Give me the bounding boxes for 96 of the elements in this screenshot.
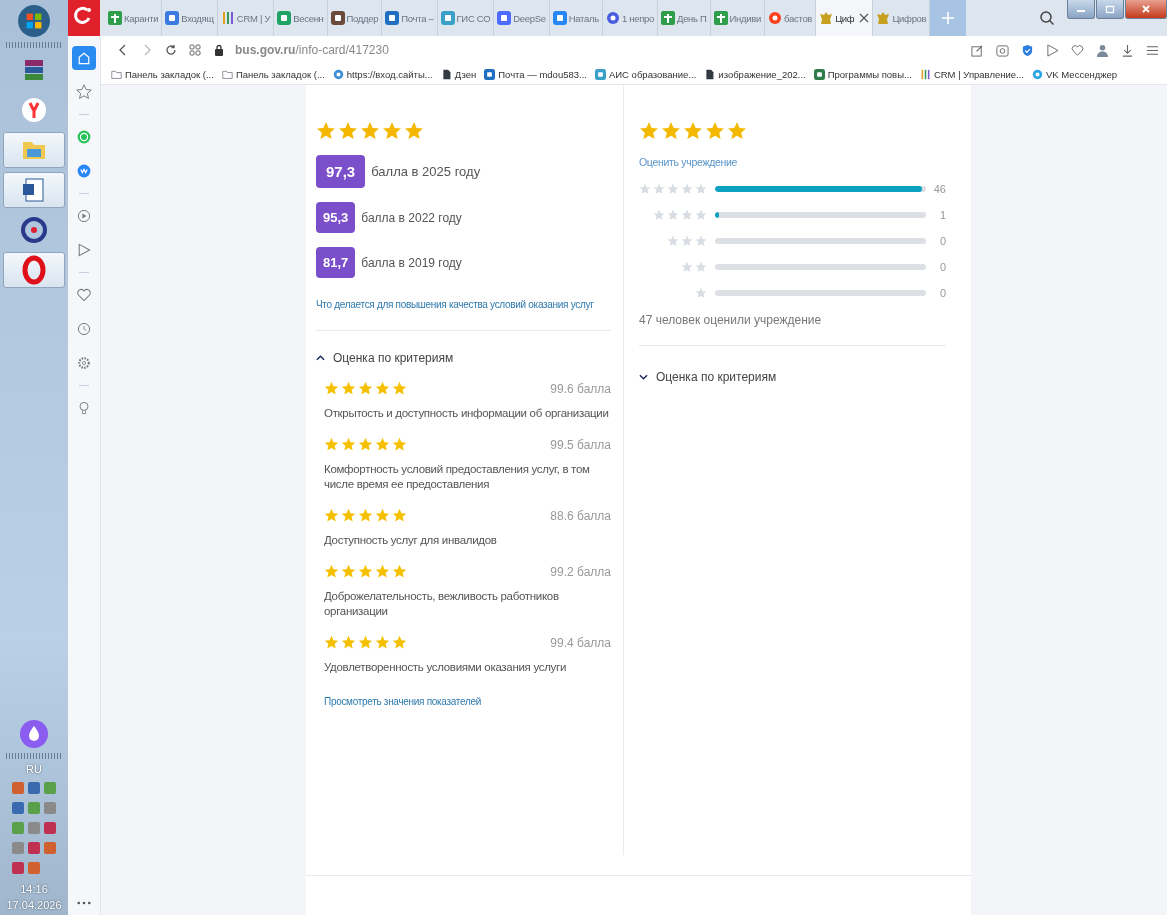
score-label: балла в 2022 году <box>361 210 462 225</box>
document-icon <box>704 68 716 80</box>
maximize-button[interactable] <box>1096 0 1124 19</box>
grid-icon[interactable] <box>189 44 201 56</box>
bars-icon <box>919 68 931 80</box>
rating-count: 46 <box>932 183 946 195</box>
score-badge: 97,3 <box>316 155 366 188</box>
plus-icon <box>713 11 728 25</box>
rating-count: 0 <box>938 235 946 247</box>
taskbar-app[interactable] <box>3 172 65 208</box>
ring-icon <box>605 11 620 25</box>
yandex-icon <box>19 95 49 125</box>
criteria-toggle[interactable]: Оценка по критериям <box>639 370 777 384</box>
chat-circle-icon <box>76 163 92 179</box>
criteria-toggle[interactable]: Оценка по критериям <box>316 351 454 365</box>
rate-link[interactable]: Оценить учреждение <box>639 155 738 169</box>
side-panel-button[interactable] <box>72 46 96 70</box>
rating-total: 47 человек оценили учреждение <box>639 313 823 327</box>
bookmark[interactable]: Панель закладок (... <box>111 68 214 80</box>
score-label: балла в 2025 году <box>371 164 481 179</box>
bookmark[interactable]: VK Мессенджер <box>1032 68 1118 80</box>
criterion-name: Удовлетворенность условиями оказания услуги <box>324 660 568 675</box>
bookmark[interactable]: изображение_202... <box>704 68 806 80</box>
download-icon[interactable] <box>1121 43 1134 57</box>
star-row-icon <box>695 287 709 299</box>
chevron-icon <box>639 374 648 380</box>
bulb-icon <box>76 400 92 416</box>
bookmark[interactable]: CRM | Управление... <box>919 68 1024 80</box>
browser-tab[interactable]: Циф <box>816 0 874 36</box>
bookmark[interactable]: Программы повы... <box>813 68 912 80</box>
send-icon <box>76 242 92 258</box>
folder-icon <box>221 68 233 80</box>
settings-icon <box>76 355 92 371</box>
more-icon[interactable] <box>77 901 91 905</box>
emblem-icon <box>876 11 891 25</box>
maximize-icon <box>1105 4 1115 14</box>
send-icon[interactable] <box>1046 43 1059 57</box>
close-button[interactable] <box>1125 0 1167 19</box>
score-badge: 81,7 <box>316 247 356 278</box>
home-icon <box>76 50 92 66</box>
criterion-name: Открытость и доступность информации об организации <box>324 406 609 421</box>
bookmark[interactable]: Дзен <box>440 68 477 80</box>
criterion-score: 99.6 балла <box>550 381 611 396</box>
reload-icon[interactable] <box>165 44 177 56</box>
improvement-link[interactable]: Что делается для повышения качества условий оказания услуг <box>316 298 594 312</box>
chevron-icon <box>316 355 325 361</box>
bookmark[interactable]: Почта — mdou583... <box>484 68 587 80</box>
plus-icon <box>108 11 122 25</box>
criterion-score: 99.4 балла <box>550 635 611 650</box>
score-badge: 95,3 <box>316 202 356 233</box>
close-icon <box>1141 4 1151 14</box>
bars-icon <box>220 11 235 25</box>
browser-logo[interactable] <box>68 0 100 36</box>
search-icon[interactable] <box>1039 10 1055 26</box>
plus-icon <box>661 11 675 25</box>
address-field[interactable]: bus.gov.ru/info-card/417230 <box>235 43 389 57</box>
lock-icon <box>213 44 225 56</box>
folder-icon <box>111 68 122 80</box>
criterion-name: Комфортность условий предоставления услуг, в том числе время ее предоставления <box>324 462 591 492</box>
criterion-score: 88.6 балла <box>550 508 611 523</box>
criterion-score: 99.2 балла <box>550 564 611 579</box>
rating-count: 1 <box>938 209 946 221</box>
menu-icon[interactable] <box>1146 43 1159 57</box>
clock-icon <box>76 321 92 337</box>
star-row-icon <box>639 183 709 195</box>
camera-icon[interactable] <box>996 43 1009 57</box>
heart-icon[interactable] <box>1071 43 1084 57</box>
star-row-icon <box>681 261 709 273</box>
close-icon[interactable] <box>859 13 870 23</box>
rating-count: 0 <box>938 261 946 273</box>
criterion-name: Доступность услуг для инвалидов <box>324 533 498 548</box>
emblem-icon <box>819 11 834 25</box>
star-row-icon <box>653 209 709 221</box>
edit-icon[interactable] <box>971 43 984 57</box>
taskbar-app[interactable] <box>3 252 65 288</box>
document-icon <box>440 68 452 80</box>
shield-icon[interactable] <box>1021 43 1034 57</box>
criterion-name: Доброжелательность, вежливость работников организации <box>324 589 560 619</box>
star-row-icon <box>667 235 709 247</box>
indicators-link[interactable]: Просмотреть значения показателей <box>324 695 482 709</box>
criterion-score: 99.5 балла <box>550 437 611 452</box>
bookmark[interactable]: Панель закладок (... <box>221 68 325 80</box>
start-button[interactable] <box>17 4 51 38</box>
score-label: балла в 2019 году <box>361 255 462 270</box>
circle-icon <box>768 11 783 25</box>
user-icon[interactable] <box>1096 43 1109 57</box>
star-icon <box>76 84 92 100</box>
clock-time[interactable]: 14:16 <box>20 883 48 895</box>
minimize-button[interactable] <box>1067 0 1095 19</box>
bookmark[interactable]: https://вход.сайты... <box>332 68 433 80</box>
heart-icon <box>76 287 92 303</box>
bookmark[interactable]: АИС образование... <box>594 68 697 80</box>
rating-count: 0 <box>938 287 946 299</box>
voice-assistant-icon[interactable] <box>19 719 49 749</box>
play-icon <box>76 208 92 224</box>
clock-date[interactable]: 17.04.2026 <box>6 899 62 911</box>
